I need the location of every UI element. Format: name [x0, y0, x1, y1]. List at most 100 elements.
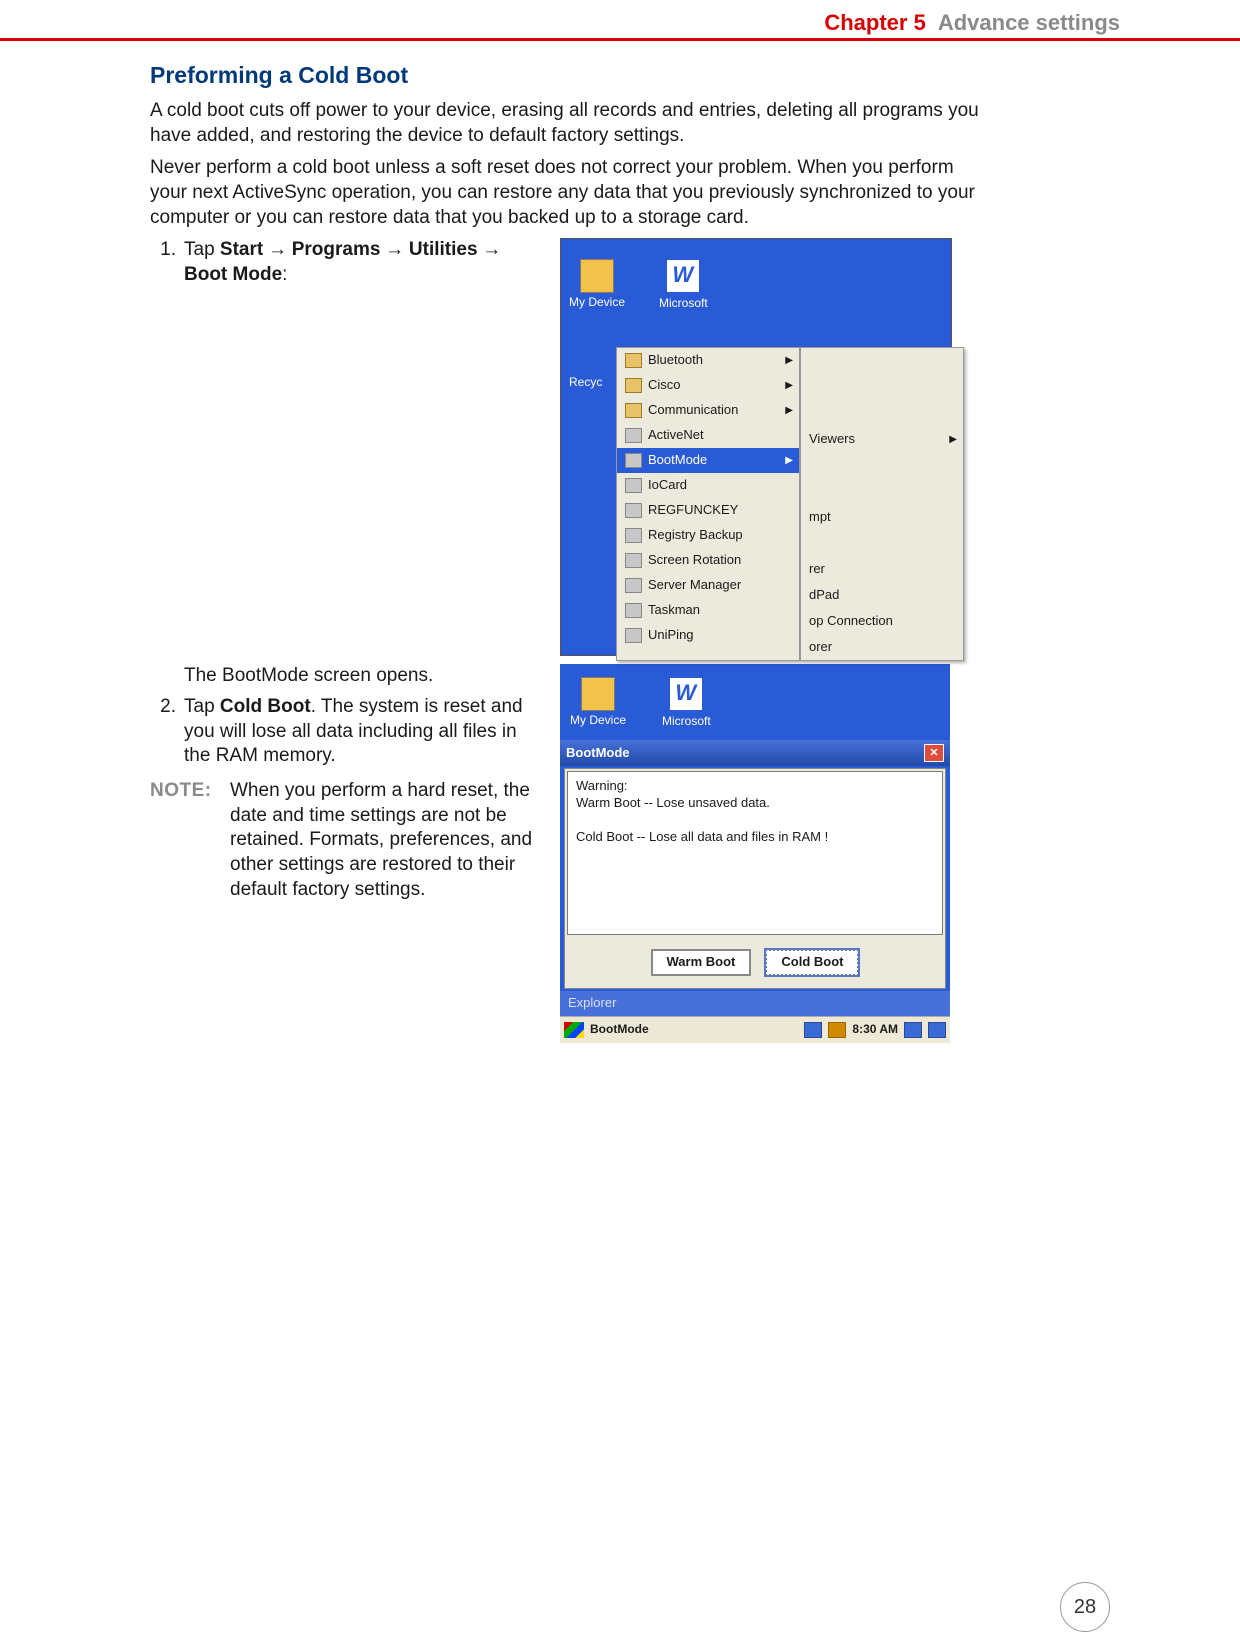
- window-titlebar: BootMode ✕: [560, 740, 950, 766]
- menu-item[interactable]: dPad: [801, 582, 963, 608]
- menu-item[interactable]: BootMode▶: [617, 448, 799, 473]
- desktop-icon-label: Microsoft: [659, 296, 708, 312]
- warning-header: Warning:: [576, 778, 934, 795]
- chapter-label: Chapter 5: [824, 10, 925, 36]
- step-1-tail: :: [282, 264, 287, 285]
- cold-boot-button[interactable]: Cold Boot: [765, 949, 859, 976]
- warm-boot-button[interactable]: Warm Boot: [651, 949, 752, 976]
- folder-icon: [625, 378, 642, 393]
- desktop-icon-label: My Device: [569, 295, 625, 311]
- arrow-icon: →: [478, 239, 502, 260]
- menu-item[interactable]: mpt: [801, 504, 963, 530]
- cascading-menu: Bluetooth▶Cisco▶Communication▶ActiveNetB…: [616, 347, 964, 661]
- screenshot-bootmode-dialog: My Device Microsoft BootMode ✕ Warning: …: [560, 664, 950, 1043]
- note-label: NOTE:: [150, 779, 220, 902]
- step-1-path-utilities: Utilities: [409, 239, 478, 260]
- menu-item-label: orer: [809, 639, 832, 656]
- page-number: 28: [1060, 1582, 1110, 1632]
- menu-item[interactable]: [801, 374, 963, 400]
- menu-item[interactable]: Cisco ▶: [617, 373, 799, 398]
- step-2-pre: Tap: [184, 696, 220, 717]
- menu-item[interactable]: UniPing: [617, 623, 799, 648]
- app-icon: [625, 478, 642, 493]
- menu-item-label: Communication: [648, 402, 738, 419]
- menu-item[interactable]: Bluetooth▶: [617, 348, 799, 373]
- desktop-icon-mydevice[interactable]: My Device: [569, 259, 625, 311]
- menu-item[interactable]: REGFUNCKEY: [617, 498, 799, 523]
- app-icon: [625, 528, 642, 543]
- explorer-bar[interactable]: Explorer: [560, 991, 950, 1016]
- step-2-number: 2.: [150, 695, 176, 769]
- menu-item[interactable]: Viewers▶: [801, 426, 963, 452]
- bootmode-line: The BootMode screen opens.: [184, 664, 540, 689]
- step-2: 2. Tap Cold Boot. The system is reset an…: [150, 695, 540, 769]
- menu-item-label: IoCard: [648, 477, 687, 494]
- menu-item-label: Bluetooth: [648, 352, 703, 369]
- tray-icon[interactable]: [804, 1022, 822, 1038]
- recycle-bin-label: Recyc: [569, 375, 602, 391]
- warning-line-1: Warm Boot -- Lose unsaved data.: [576, 795, 934, 812]
- app-icon: [625, 453, 642, 468]
- submenu-arrow-icon: ▶: [949, 433, 957, 446]
- menu-item-label: BootMode: [648, 452, 707, 469]
- menu-item[interactable]: Communication ▶: [617, 398, 799, 423]
- app-icon: [625, 578, 642, 593]
- menu-item[interactable]: orer: [801, 634, 963, 660]
- taskbar: BootMode 8:30 AM: [560, 1016, 950, 1043]
- tray-icon[interactable]: [928, 1022, 946, 1038]
- menu-item[interactable]: Server Manager: [617, 573, 799, 598]
- tray-icon[interactable]: [828, 1022, 846, 1038]
- page-title: Preforming a Cold Boot: [150, 61, 990, 91]
- menu-item[interactable]: rer: [801, 556, 963, 582]
- app-icon: [625, 628, 642, 643]
- desktop-icon-label: My Device: [570, 713, 626, 729]
- folder-icon: [625, 353, 642, 368]
- menu-item-label: Server Manager: [648, 577, 741, 594]
- header-rule: [0, 38, 1240, 41]
- menu-item[interactable]: [801, 530, 963, 556]
- submenu-arrow-icon: ▶: [785, 379, 793, 392]
- close-icon[interactable]: ✕: [924, 744, 944, 762]
- menu-item[interactable]: [801, 478, 963, 504]
- menu-item-label: Cisco: [648, 377, 681, 394]
- desktop-icon-mydevice[interactable]: My Device: [570, 677, 626, 729]
- note-block: NOTE: When you perform a hard reset, the…: [150, 779, 540, 902]
- taskbar-app-name[interactable]: BootMode: [590, 1022, 649, 1038]
- menu-item[interactable]: Taskman: [617, 598, 799, 623]
- menu-item-label: UniPing: [648, 627, 694, 644]
- menu-item[interactable]: [801, 452, 963, 478]
- menu-item[interactable]: ActiveNet: [617, 423, 799, 448]
- menu-item-label: REGFUNCKEY: [648, 502, 738, 519]
- step-1: 1. Tap Start → Programs → Utilities → Bo…: [150, 238, 540, 287]
- menu-item[interactable]: Registry Backup: [617, 523, 799, 548]
- desktop-icon-label: Microsoft: [662, 714, 711, 730]
- step-1-path-bootmode: Boot Mode: [184, 264, 282, 285]
- start-flag-icon[interactable]: [564, 1022, 584, 1038]
- menu-item-label: ActiveNet: [648, 427, 704, 444]
- app-icon: [625, 553, 642, 568]
- tray-icon[interactable]: [904, 1022, 922, 1038]
- warning-line-2: Cold Boot -- Lose all data and files in …: [576, 829, 934, 846]
- menu-item-label: mpt: [809, 509, 831, 526]
- menu-item-label: op Connection: [809, 613, 893, 630]
- step-1-number: 1.: [150, 238, 176, 287]
- desktop-icon-microsoft[interactable]: Microsoft: [659, 258, 708, 312]
- app-icon: [625, 603, 642, 618]
- menu-item[interactable]: [801, 348, 963, 374]
- step-2-coldboot: Cold Boot: [220, 696, 311, 717]
- section-label: Advance settings: [938, 10, 1120, 36]
- menu-item[interactable]: Screen Rotation: [617, 548, 799, 573]
- menu-item[interactable]: op Connection: [801, 608, 963, 634]
- step-1-path-start: Start: [220, 239, 263, 260]
- submenu-arrow-icon: ▶: [785, 404, 793, 417]
- menu-item-label: dPad: [809, 587, 839, 604]
- intro-paragraph-2: Never perform a cold boot unless a soft …: [150, 156, 990, 230]
- desktop-icon-microsoft[interactable]: Microsoft: [662, 676, 711, 730]
- screenshot-menu: My Device Microsoft Recyc Bluetooth▶Cisc…: [560, 238, 952, 656]
- menu-item[interactable]: [801, 400, 963, 426]
- arrow-icon: →: [380, 239, 409, 260]
- dialog-frame: Warning: Warm Boot -- Lose unsaved data.…: [564, 768, 946, 989]
- step-1-pre: Tap: [184, 239, 220, 260]
- menu-item[interactable]: IoCard: [617, 473, 799, 498]
- folder-icon: [625, 403, 642, 418]
